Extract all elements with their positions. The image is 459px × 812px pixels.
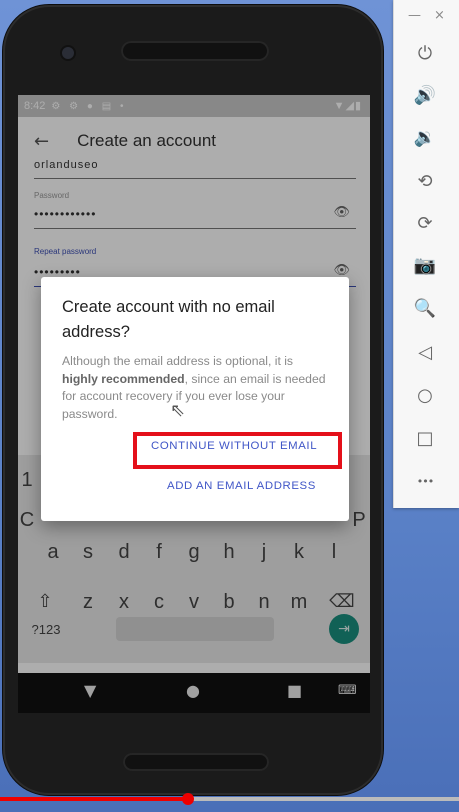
- dialog-message: Although the email address is optional, …: [62, 353, 330, 423]
- video-progress-bar[interactable]: [0, 797, 459, 801]
- rotate-left-icon[interactable]: ⟲: [410, 166, 440, 196]
- front-camera: [60, 45, 76, 61]
- dialog-message-emphasis: highly recommended: [62, 371, 185, 386]
- back-triangle-icon[interactable]: ◁: [410, 337, 440, 367]
- more-icon[interactable]: •••: [410, 466, 440, 496]
- add-email-address-button[interactable]: ADD AN EMAIL ADDRESS: [167, 480, 316, 492]
- dialog-message-start: Although the email address is optional, …: [62, 354, 294, 368]
- home-circle-icon[interactable]: ○: [410, 380, 440, 410]
- power-icon[interactable]: ⏻: [410, 38, 440, 68]
- no-email-dialog: Create account with no email address? Al…: [41, 277, 349, 521]
- mouse-cursor-icon: ⇖: [170, 400, 186, 421]
- camera-icon[interactable]: 📷: [410, 250, 440, 280]
- rotate-right-icon[interactable]: ⟳: [410, 208, 440, 238]
- volume-down-icon[interactable]: 🔉: [410, 122, 440, 152]
- emulator-toolbar: — × ⏻ 🔊 🔉 ⟲ ⟳ 📷 🔍 ◁ ○ □ •••: [393, 0, 459, 508]
- video-progress-fill: [0, 797, 189, 801]
- zoom-icon[interactable]: 🔍: [410, 293, 440, 323]
- annotation-highlight: [133, 432, 342, 469]
- volume-up-icon[interactable]: 🔊: [410, 80, 440, 110]
- minimize-icon[interactable]: —: [408, 8, 421, 23]
- phone-frame: 8:42 ⚙ ⚙ ● ▤ • ▼◢▮ ← Create an account o…: [3, 5, 383, 795]
- video-progress-handle[interactable]: [182, 793, 195, 805]
- overview-square-icon[interactable]: □: [410, 423, 440, 453]
- dialog-title: Create account with no email address?: [62, 298, 275, 341]
- close-icon[interactable]: ×: [434, 8, 445, 23]
- top-speaker: [121, 41, 269, 61]
- bottom-speaker: [123, 753, 269, 771]
- phone-screen: 8:42 ⚙ ⚙ ● ▤ • ▼◢▮ ← Create an account o…: [18, 95, 370, 713]
